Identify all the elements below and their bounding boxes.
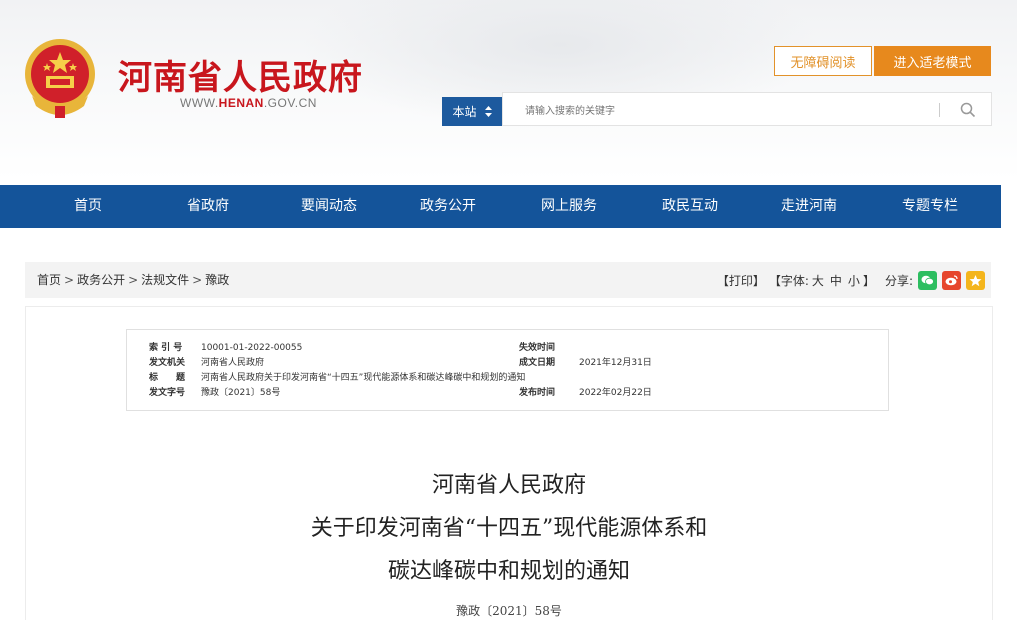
font-size-prefix: 【字体:	[768, 273, 809, 288]
search-divider	[939, 103, 940, 117]
breadcrumb-separator: >	[64, 273, 75, 287]
breadcrumb-yuzheng[interactable]: 豫政	[205, 273, 229, 287]
search-input[interactable]	[523, 101, 927, 121]
search-scope-label: 本站	[452, 105, 477, 119]
meta-subject: 标 题河南省人民政府关于印发河南省“十四五”现代能源体系和碳达峰碳中和规划的通知	[149, 373, 526, 383]
search-icon[interactable]	[959, 101, 977, 119]
article-content: 索 引 号 10001-01-2022-00055 发文机关 河南省人民政府 标 题…	[25, 306, 993, 620]
nav-item-special-topics[interactable]: 专题专栏	[902, 185, 958, 228]
breadcrumb-home[interactable]: 首页	[37, 273, 61, 287]
nav-item-home[interactable]: 首页	[74, 185, 102, 228]
weibo-icon[interactable]	[942, 270, 961, 290]
breadcrumb-regulations[interactable]: 法规文件	[141, 273, 189, 287]
breadcrumb-separator: >	[192, 273, 203, 287]
nav-item-about-henan[interactable]: 走进河南	[781, 185, 837, 228]
site-url[interactable]: WWW.HENAN.GOV.CN	[180, 96, 317, 110]
nav-item-government-affairs[interactable]: 政务公开	[420, 185, 476, 228]
meta-index: 索 引 号 10001-01-2022-00055	[149, 343, 303, 353]
wechat-icon[interactable]	[918, 270, 937, 290]
font-medium-button[interactable]: 中	[830, 272, 842, 289]
font-small-button[interactable]: 小	[848, 272, 860, 289]
breadcrumb: 首页 > 政务公开 > 法规文件 > 豫政	[37, 262, 229, 298]
site-title[interactable]: 河南省人民政府	[118, 50, 363, 99]
updown-arrow-icon	[484, 106, 492, 117]
main-nav: 首页 省政府 要闻动态 政务公开 网上服务 政民互动 走进河南 专题专栏	[0, 185, 1001, 228]
nav-item-news[interactable]: 要闻动态	[301, 185, 357, 228]
meta-expiry: 失效时间	[519, 343, 556, 353]
url-suffix: .GOV.CN	[263, 96, 317, 110]
meta-issuer: 发文机关 河南省人民政府	[149, 358, 265, 368]
national-emblem-icon	[25, 39, 95, 118]
url-brand: HENAN	[218, 96, 264, 110]
share-label: 分享:	[884, 273, 913, 288]
meta-published: 发布时间 2022年02月22日	[519, 388, 652, 398]
nav-item-online-services[interactable]: 网上服务	[541, 185, 597, 228]
meta-docno: 发文字号 豫政〔2021〕58号	[149, 388, 281, 398]
breadcrumb-bar: 首页 > 政务公开 > 法规文件 > 豫政 【打印】 【字体: 大 中 小 】 分享:	[25, 262, 991, 298]
document-title-line-2: 关于印发河南省“十四五”现代能源体系和	[310, 516, 708, 541]
search-box	[502, 92, 992, 126]
meta-created: 成文日期 2021年12月31日	[519, 358, 652, 368]
elder-mode-button[interactable]: 进入适老模式	[874, 46, 991, 76]
page-tools: 【打印】 【字体: 大 中 小 】 分享:	[717, 262, 985, 298]
search-scope-select[interactable]: 本站	[442, 97, 502, 126]
nav-item-provincial-government[interactable]: 省政府	[187, 185, 229, 228]
document-number: 豫政〔2021〕58号	[456, 604, 562, 618]
document-title-line-1: 河南省人民政府	[431, 473, 586, 498]
accessibility-reading-button[interactable]: 无障碍阅读	[774, 46, 872, 76]
breadcrumb-separator: >	[128, 273, 139, 287]
url-prefix: WWW.	[180, 96, 219, 110]
document-title-line-3: 碳达峰碳中和规划的通知	[387, 559, 630, 584]
breadcrumb-government-affairs[interactable]: 政务公开	[77, 273, 125, 287]
qzone-icon[interactable]	[966, 270, 985, 290]
font-size-suffix: 】	[862, 273, 875, 288]
print-button[interactable]: 【打印】	[717, 272, 765, 289]
font-large-button[interactable]: 大	[812, 272, 824, 289]
document-metadata-table: 索 引 号 10001-01-2022-00055 发文机关 河南省人民政府 标 题…	[126, 329, 889, 411]
nav-item-interaction[interactable]: 政民互动	[662, 185, 718, 228]
